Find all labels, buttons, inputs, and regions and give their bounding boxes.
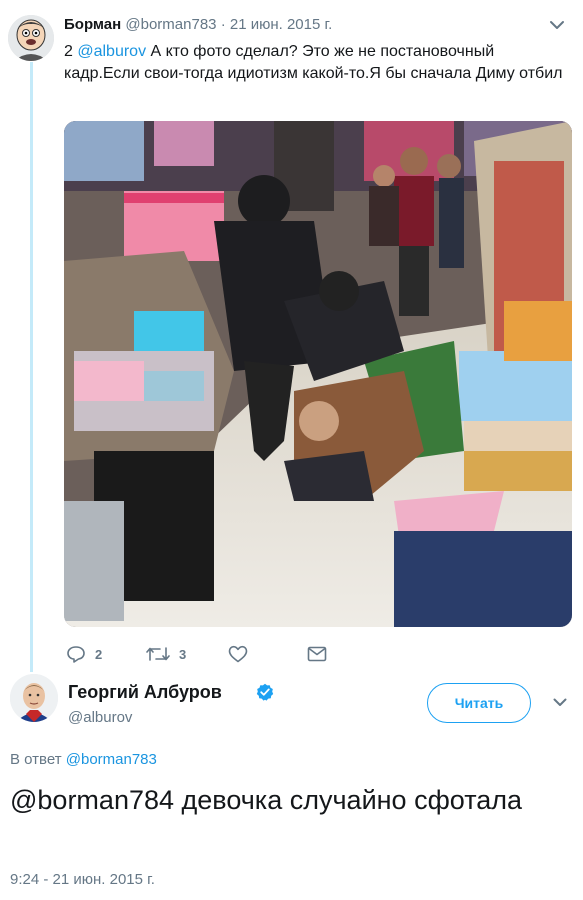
chevron-down-icon[interactable]: [553, 698, 567, 707]
verified-badge-icon: [256, 683, 274, 701]
avatar[interactable]: [8, 15, 54, 61]
author-handle[interactable]: @alburov: [68, 709, 132, 726]
reply-tweet-text: 2 @alburov А кто фото сделал? Это же не …: [64, 41, 569, 85]
store-fight-photo: [64, 121, 572, 627]
avatar-image: [8, 15, 54, 61]
author-name[interactable]: Георгий Албуров: [68, 682, 222, 703]
in-reply-handle-link[interactable]: @borman783: [66, 751, 157, 768]
avatar-image: [10, 674, 58, 722]
tweet-timestamp[interactable]: 9:24 - 21 июн. 2015 г.: [10, 871, 155, 888]
retweet-count: 3: [179, 646, 187, 662]
message-action[interactable]: [307, 643, 327, 665]
message-icon: [307, 646, 327, 662]
in-reply-prefix: В ответ: [10, 751, 66, 768]
retweet-action[interactable]: 3: [146, 643, 186, 665]
tweet-date[interactable]: 21 июн. 2015 г.: [230, 16, 332, 33]
reply-count: 2: [95, 646, 103, 662]
like-action[interactable]: [228, 643, 257, 665]
thread-connector-line: [30, 62, 33, 672]
reply-action[interactable]: 2: [66, 643, 102, 665]
text-prefix: 2: [64, 43, 78, 60]
mention-link[interactable]: @alburov: [77, 43, 146, 60]
retweet-icon: [146, 647, 170, 661]
main-tweet-text: @borman784 девочка случайно сфотала: [10, 785, 523, 815]
avatar[interactable]: [10, 674, 58, 722]
in-reply-to: В ответ @borman783: [10, 751, 157, 768]
follow-button[interactable]: Читать: [427, 683, 531, 723]
tweet-photo[interactable]: [64, 121, 572, 627]
reply-tweet-header: Борман @borman783 · 21 июн. 2015 г.: [64, 16, 332, 33]
author-handle[interactable]: @borman783: [125, 16, 216, 33]
separator-dot: ·: [220, 16, 226, 33]
reply-icon: [67, 646, 85, 663]
chevron-down-icon[interactable]: [549, 20, 565, 30]
like-icon: [228, 645, 248, 663]
author-name[interactable]: Борман: [64, 16, 121, 33]
